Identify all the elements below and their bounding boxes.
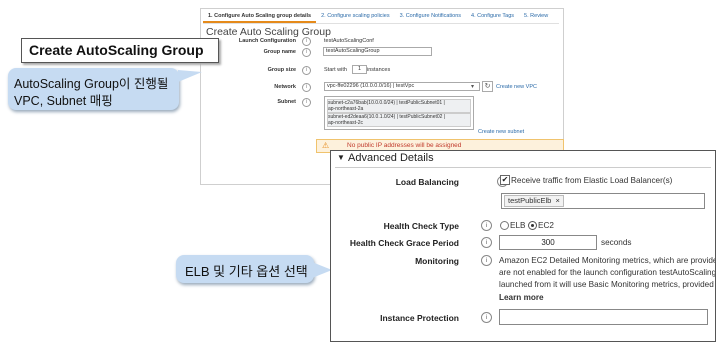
title-callout-text: Create AutoScaling Group: [29, 42, 204, 58]
health-check-type-label: Health Check Type: [383, 221, 459, 231]
radio-elb-label: ELB: [510, 221, 526, 230]
monitoring-text-line3: launched from it will use Basic Monitori…: [499, 280, 714, 289]
info-icon[interactable]: i: [302, 83, 311, 92]
chevron-down-icon: ▾: [471, 84, 475, 90]
advanced-details-header[interactable]: Advanced Details: [348, 152, 434, 164]
warning-icon: ⚠: [322, 141, 330, 150]
radio-ec2-label: EC2: [538, 221, 554, 230]
load-balancer-input[interactable]: testPublicElb ×: [501, 193, 705, 209]
info-icon[interactable]: i: [481, 237, 492, 248]
radio-ec2[interactable]: [528, 221, 537, 230]
title-callout: Create AutoScaling Group: [21, 38, 219, 63]
group-size-label: Group size: [267, 67, 296, 73]
create-vpc-link[interactable]: Create new VPC: [496, 84, 537, 90]
instance-protection-label: Instance Protection: [380, 313, 459, 323]
launch-config-value: testAutoScalingConf: [324, 38, 374, 44]
step-tab-1[interactable]: 1. Configure Auto Scaling group details: [203, 11, 317, 23]
caret-down-icon[interactable]: ▼: [337, 153, 345, 162]
subnet-label: Subnet: [277, 99, 296, 105]
network-select[interactable]: vpc-ffe02296 (10.0.0.0/16) | testVpc: [324, 82, 480, 91]
instance-protection-select[interactable]: [499, 309, 708, 325]
page-title: Create Auto Scaling Group: [206, 26, 331, 38]
info-icon[interactable]: i: [481, 220, 492, 231]
info-icon[interactable]: i: [302, 66, 311, 75]
divider: [335, 167, 711, 168]
radio-elb[interactable]: [500, 221, 509, 230]
group-size-suffix: instances: [367, 67, 391, 73]
info-icon[interactable]: i: [302, 98, 311, 107]
load-balancing-label: Load Balancing: [395, 177, 459, 187]
load-balancer-token[interactable]: testPublicElb ×: [504, 195, 564, 207]
info-icon[interactable]: i: [481, 255, 492, 266]
elb-callout: ELB 및 기타 옵션 선택: [176, 255, 314, 283]
mapping-callout-line2: VPC, Subnet 매핑: [14, 94, 113, 108]
network-label: Network: [274, 84, 296, 90]
remove-icon[interactable]: ×: [555, 196, 559, 205]
info-icon[interactable]: i: [302, 37, 311, 46]
group-name-label: Group name: [263, 49, 296, 55]
group-size-input[interactable]: 1: [352, 65, 367, 74]
step-tab-2[interactable]: 2. Configure scaling policies: [316, 11, 394, 23]
subnet-select[interactable]: subnet-c2a76bab(10.0.0.0/24) | testPubli…: [324, 96, 474, 130]
subnet-token[interactable]: subnet-ed2deaa6(10.0.1.0/24) | testPubli…: [327, 113, 471, 127]
radio-dot: [531, 224, 534, 227]
elb-callout-text: ELB 및 기타 옵션 선택: [185, 264, 308, 279]
learn-more-link[interactable]: Learn more: [499, 293, 544, 302]
grace-period-input[interactable]: 300: [499, 235, 597, 250]
info-icon[interactable]: i: [481, 312, 492, 323]
wizard-steps: 1. Configure Auto Scaling group details …: [203, 11, 559, 24]
advanced-details-panel: ▼ Advanced Details Load Balancing i ✔ Re…: [330, 150, 716, 342]
monitoring-label: Monitoring: [415, 256, 459, 266]
step-tab-5[interactable]: 5. Review: [519, 11, 553, 23]
load-balancer-token-label: testPublicElb: [508, 196, 552, 205]
monitoring-text-line1: Amazon EC2 Detailed Monitoring metrics, …: [499, 256, 716, 265]
mapping-callout: AutoScaling Group이 진행될 VPC, Subnet 매핑: [8, 68, 179, 110]
load-balancer-checkbox[interactable]: ✔: [500, 175, 510, 185]
callout-pointer: [178, 70, 202, 82]
launch-config-label: Launch Configuration: [238, 38, 296, 44]
subnet-token-line2: ap-northeast-2a: [328, 106, 364, 112]
refresh-icon[interactable]: ↻: [482, 81, 493, 92]
subnet-token-line2: ap-northeast-2c: [328, 120, 364, 126]
monitoring-text-line2: are not enabled for the launch configura…: [499, 268, 716, 277]
step-tab-3[interactable]: 3. Configure Notifications: [395, 11, 466, 23]
create-subnet-link[interactable]: Create new subnet: [478, 129, 524, 135]
info-icon[interactable]: i: [302, 48, 311, 57]
group-name-input[interactable]: testAutoScalingGroup: [323, 47, 432, 56]
subnet-token[interactable]: subnet-c2a76bab(10.0.0.0/24) | testPubli…: [327, 99, 471, 113]
grace-period-unit: seconds: [601, 238, 632, 247]
step-tab-4[interactable]: 4. Configure Tags: [466, 11, 519, 23]
grace-period-label: Health Check Grace Period: [349, 238, 459, 248]
load-balancer-checkbox-label: Receive traffic from Elastic Load Balanc…: [511, 176, 673, 185]
group-size-prefix: Start with: [324, 67, 347, 73]
warning-text: No public IP addresses will be assigned: [347, 142, 462, 149]
